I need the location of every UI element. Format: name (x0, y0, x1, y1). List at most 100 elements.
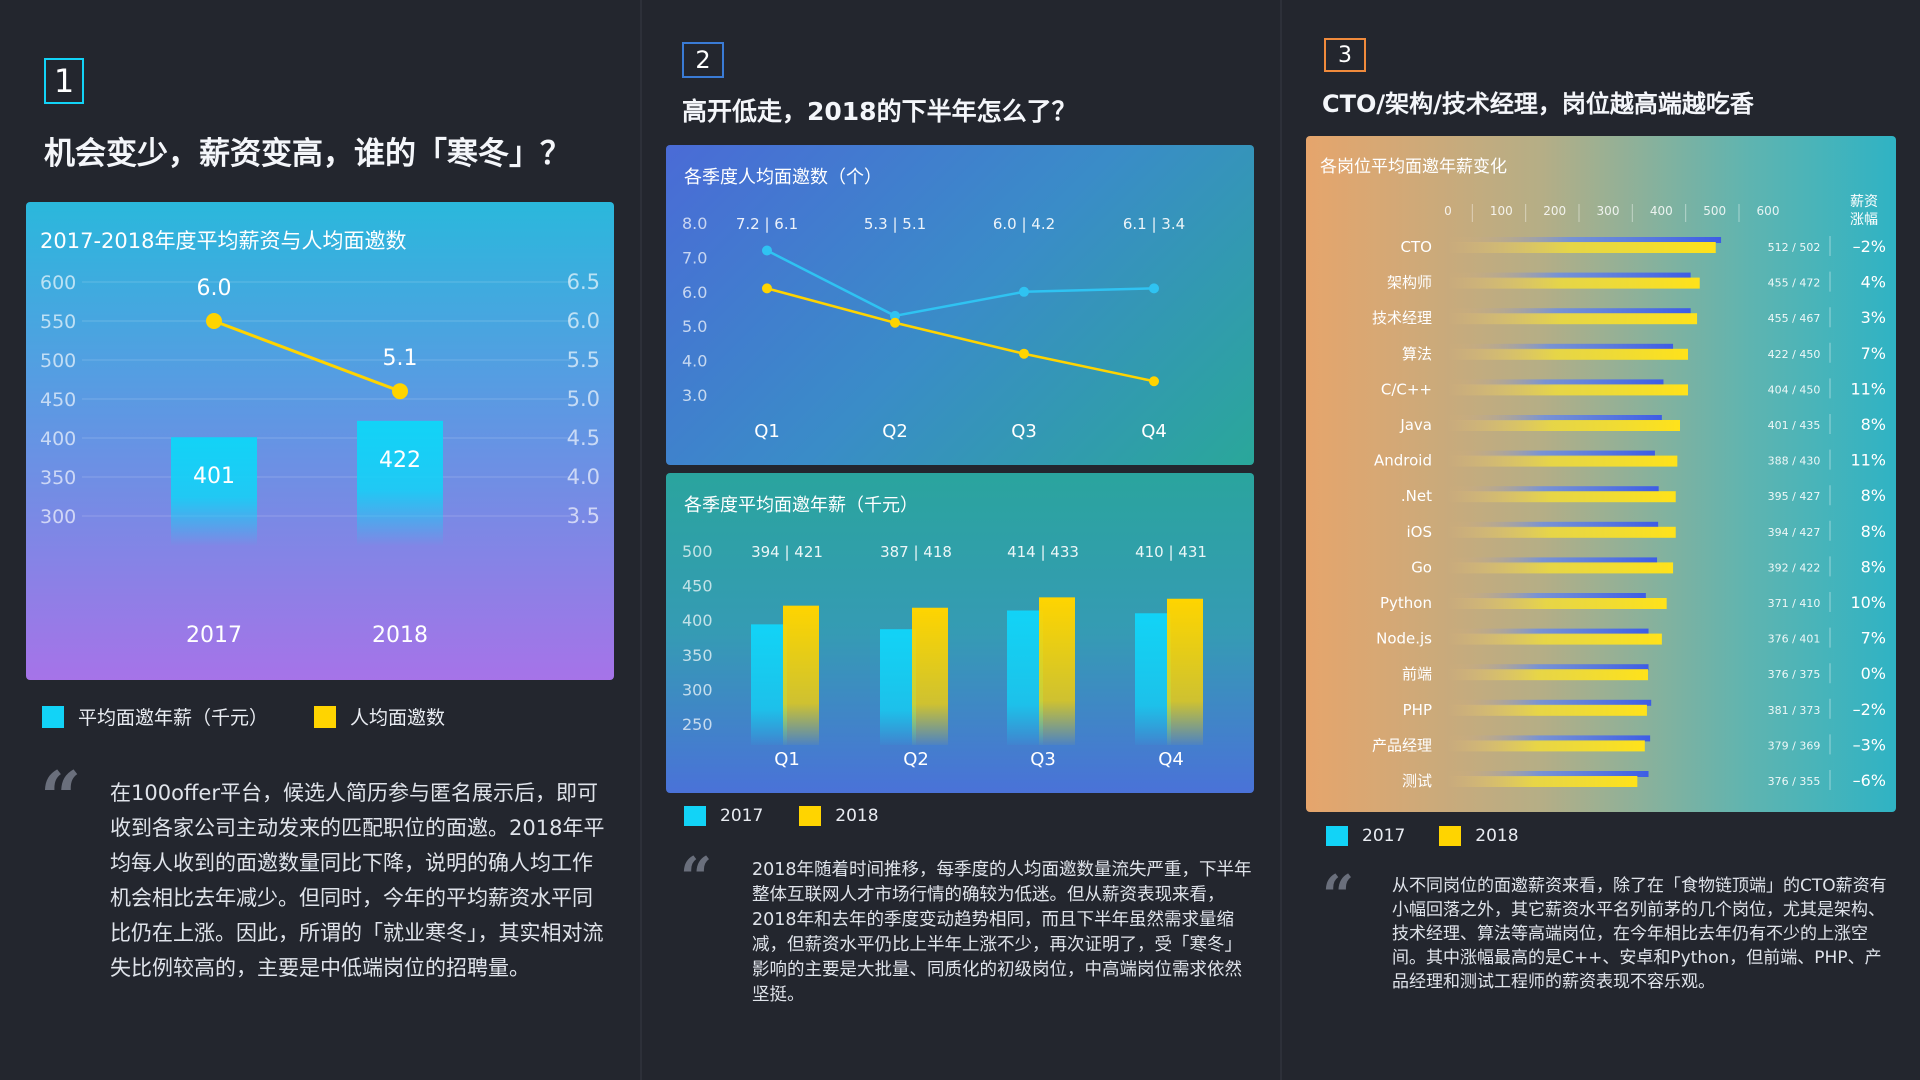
bar-2018 (1167, 598, 1203, 745)
pair-value-label: 455 / 472 (1768, 277, 1821, 290)
position-label: Go (1411, 558, 1432, 576)
y-tick: 450 (682, 577, 713, 596)
bar-2018 (1448, 776, 1638, 787)
line-point (1019, 348, 1029, 359)
pair-value-label: 381 / 373 (1768, 704, 1821, 717)
position-label: 技术经理 (1372, 309, 1432, 327)
bar-2018 (1448, 348, 1688, 360)
pair-value-label: 395 / 427 (1768, 490, 1821, 503)
y-tick: 350 (682, 646, 713, 665)
y-tick: 4.0 (682, 352, 707, 371)
legend-swatch-yellow (314, 705, 337, 728)
quarter-value-label: 414 | 433 (1007, 543, 1079, 561)
y-tick-left: 350 (40, 467, 76, 489)
pair-value-label: 371 / 410 (1768, 597, 1821, 610)
x-tick: Q2 (903, 749, 929, 770)
change-label: 11% (1850, 451, 1886, 470)
quarter-value-label: 7.2 | 6.1 (736, 215, 798, 233)
chart-title: 2017-2018年度平均薪资与人均面邀数 (40, 229, 406, 253)
x-tick: Q1 (774, 749, 800, 770)
position-salary-chart: 各岗位平均面邀年薪变化 0 100 200 300 400 500 600 薪资涨幅 CTO 512… (1320, 157, 1886, 790)
quote-icon: “ (1322, 863, 1355, 929)
x-tick: Q3 (1011, 421, 1037, 442)
x-tick: 500 (1703, 204, 1726, 218)
x-tick: 200 (1543, 204, 1566, 218)
bar-2017 (880, 629, 916, 745)
line-point (762, 245, 772, 256)
y-tick-left: 450 (40, 389, 76, 411)
change-label: 7% (1861, 629, 1886, 648)
pair-value-label: 376 / 375 (1768, 668, 1821, 681)
line-point (206, 313, 222, 329)
line-point (762, 283, 772, 294)
bar-2018 (1448, 598, 1667, 609)
position-label: PHP (1403, 701, 1432, 719)
legend-swatch-yellow (799, 806, 822, 826)
change-label: 0% (1861, 664, 1886, 683)
change-label: –3% (1853, 735, 1886, 754)
x-tick: 2017 (186, 623, 242, 648)
pair-value-label: 388 / 430 (1768, 455, 1821, 468)
position-label: CTO (1401, 238, 1432, 256)
pair-value-label: 376 / 355 (1768, 775, 1821, 788)
pair-value-label: 379 / 369 (1768, 739, 1821, 752)
infographic: 1 机会变少，薪资变高，谁的「寒冬」？ 2017-2018年度平均薪资与人均面邀… (0, 0, 1920, 1080)
change-label: 3% (1861, 308, 1886, 327)
legend-label: 2017 (1362, 826, 1406, 846)
change-label: 8% (1861, 557, 1886, 576)
line-point (890, 317, 900, 328)
position-label: 架构师 (1387, 274, 1432, 292)
y-tick: 7.0 (682, 248, 707, 267)
section-2: 2 高开低走，2018的下半年怎么了？ 各季度人均面邀数（个） 8.0 7.0 6.0… (642, 0, 1280, 1080)
section-3: 3 CTO/架构/技术经理，岗位越高端越吃香 各岗位平均面邀年薪变化 0 100 20… (1282, 0, 1920, 1080)
y-tick-right: 3.5 (567, 504, 600, 528)
legend-label: 2018 (835, 806, 879, 826)
series-line (213, 319, 401, 393)
pair-value-label: 401 / 435 (1768, 419, 1821, 432)
x-tick: Q3 (1030, 749, 1056, 770)
x-tick: Q1 (754, 421, 780, 442)
y-tick-right: 4.5 (567, 426, 600, 450)
position-label: C/C++ (1381, 380, 1432, 398)
position-label: .Net (1401, 487, 1432, 505)
legend-label: 人均面邀数 (350, 707, 446, 729)
change-label: –6% (1853, 771, 1886, 790)
series-line (766, 287, 1155, 383)
bar-2018 (1448, 491, 1676, 503)
y-tick-left: 550 (40, 311, 76, 333)
x-tick: 600 (1757, 204, 1780, 218)
series-line (766, 249, 1155, 318)
y-tick-right: 5.0 (567, 387, 600, 411)
position-label: 算法 (1402, 345, 1432, 363)
pair-value-label: 376 / 401 (1768, 633, 1821, 646)
change-label: 7% (1861, 344, 1886, 363)
bar-2018 (1448, 277, 1700, 289)
salary-invites-chart-card: 2017-2018年度平均薪资与人均面邀数 600 6.5 550 6.0 500 5.5 4… (26, 202, 614, 680)
section-title: 高开低走，2018的下半年怎么了？ (682, 97, 1077, 126)
section-title: 机会变少，薪资变高，谁的「寒冬」？ (44, 136, 571, 172)
line-point (1149, 376, 1159, 387)
x-tick: 100 (1490, 204, 1513, 218)
y-tick: 8.0 (682, 214, 707, 233)
quarter-value-label: 410 | 431 (1135, 543, 1207, 561)
line-value-label: 5.1 (383, 346, 418, 371)
line-value-label: 6.0 (197, 276, 232, 301)
bar-2018 (1448, 740, 1645, 752)
change-label: 4% (1861, 273, 1886, 292)
position-label: 测试 (1402, 772, 1432, 790)
position-label: Node.js (1376, 630, 1432, 648)
section-paragraph: 在100offer平台，候选人简历参与匿名展示后，即可收到各家公司主动发来的匹配… (110, 781, 605, 980)
bar-2018 (1448, 704, 1647, 716)
line-point (392, 383, 408, 400)
pair-value-label: 404 / 450 (1768, 383, 1821, 396)
y-tick: 300 (682, 680, 713, 699)
x-tick: 300 (1597, 204, 1620, 218)
bar-2017 (1007, 610, 1043, 745)
y-tick-right: 6.5 (567, 270, 600, 294)
y-tick: 6.0 (682, 283, 707, 302)
pair-value-label: 394 / 427 (1768, 526, 1821, 539)
section-number-badge: 2 (682, 42, 724, 78)
bar-2018 (1448, 633, 1662, 645)
bar-2018 (1448, 313, 1698, 325)
x-tick: 0 (1444, 204, 1452, 218)
